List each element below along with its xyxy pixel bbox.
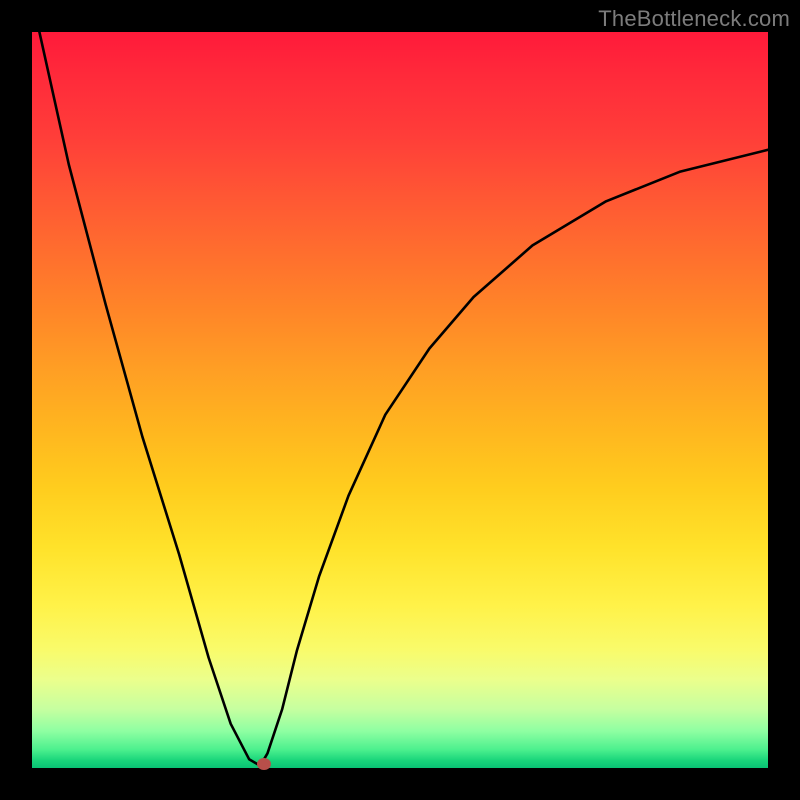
minimum-marker [257,758,271,770]
watermark-text: TheBottleneck.com [598,6,790,32]
chart-frame: TheBottleneck.com [0,0,800,800]
bottleneck-curve [39,32,768,766]
plot-area [32,32,768,768]
curve-svg [32,32,768,768]
